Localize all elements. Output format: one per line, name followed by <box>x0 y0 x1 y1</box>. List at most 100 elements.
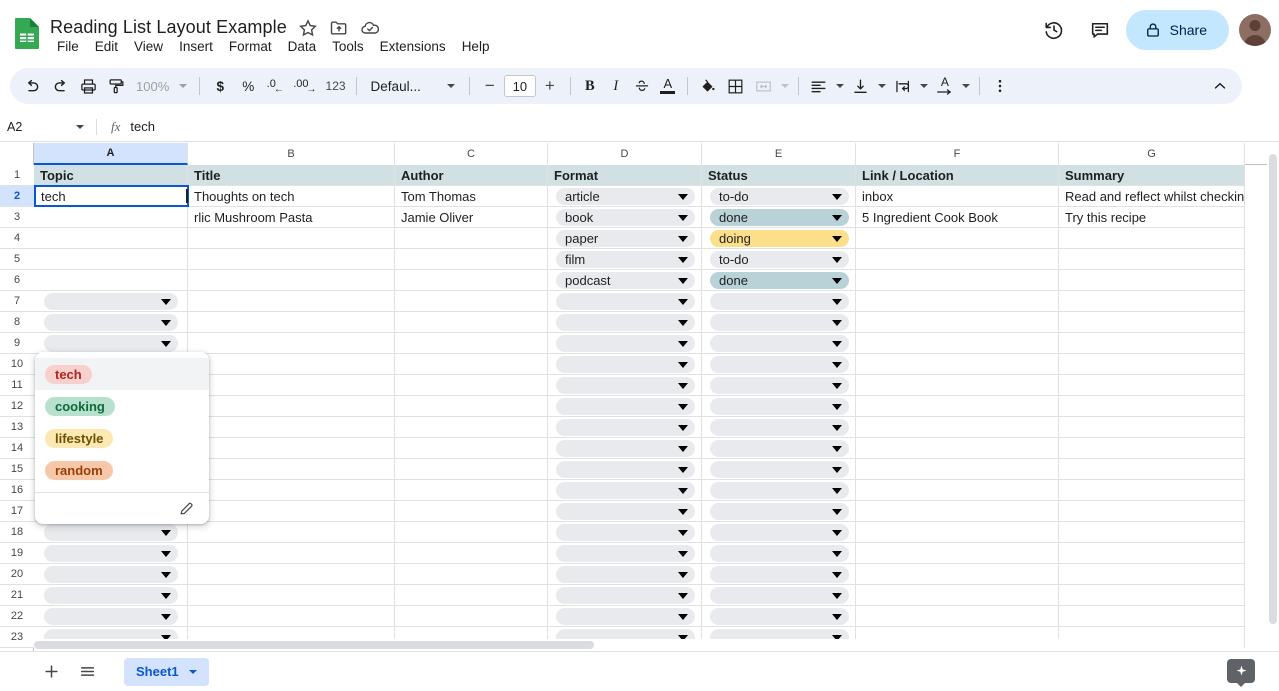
dropdown-option-random[interactable]: random <box>35 454 209 486</box>
row-header-6[interactable]: 6 <box>0 270 34 291</box>
menu-edit[interactable]: Edit <box>87 37 126 56</box>
chip-dropdown-arrow-icon[interactable] <box>832 194 842 200</box>
page-title[interactable]: Reading List Layout Example <box>50 17 287 38</box>
chip-dropdown-arrow-icon[interactable] <box>161 614 171 620</box>
chip-dropdown-arrow-icon[interactable] <box>678 446 688 452</box>
fill-color-icon[interactable] <box>694 72 722 100</box>
row-header-3[interactable]: 3 <box>0 207 34 228</box>
status-chip[interactable]: to-do <box>710 250 849 268</box>
chip-dropdown-arrow-icon[interactable] <box>832 383 842 389</box>
column-header-d[interactable]: D <box>548 143 702 165</box>
status-chip-empty[interactable] <box>710 418 849 436</box>
more-options-icon[interactable] <box>986 72 1014 100</box>
chip-dropdown-arrow-icon[interactable] <box>678 509 688 515</box>
menu-tools[interactable]: Tools <box>324 37 372 56</box>
status-chip-empty[interactable] <box>710 313 849 331</box>
chip-dropdown-arrow-icon[interactable] <box>678 278 688 284</box>
format-chip[interactable]: film <box>556 250 695 268</box>
chip-dropdown-arrow-icon[interactable] <box>678 341 688 347</box>
topic-chip-empty[interactable] <box>44 586 178 604</box>
row-header-13[interactable]: 13 <box>0 417 34 438</box>
cloud-saved-icon[interactable] <box>360 18 380 38</box>
collapse-toolbar-icon[interactable] <box>1206 72 1234 100</box>
status-chip-empty[interactable] <box>710 502 849 520</box>
column-header-g[interactable]: G <box>1059 143 1245 165</box>
increase-decimal-button[interactable]: .00 → <box>290 72 321 100</box>
merge-cells-dropdown[interactable] <box>778 72 792 100</box>
header-cell[interactable]: Link / Location <box>856 165 1059 185</box>
column-header-e[interactable]: E <box>702 143 856 165</box>
chip-dropdown-arrow-icon[interactable] <box>832 530 842 536</box>
row-header-14[interactable]: 14 <box>0 438 34 459</box>
row-header-15[interactable]: 15 <box>0 459 34 480</box>
text-wrapping-icon[interactable] <box>889 72 917 100</box>
column-header-b[interactable]: B <box>188 143 395 165</box>
status-chip-empty[interactable] <box>710 292 849 310</box>
chip-dropdown-arrow-icon[interactable] <box>678 404 688 410</box>
paint-format-icon[interactable] <box>102 72 130 100</box>
status-chip-empty[interactable] <box>710 355 849 373</box>
format-chip-empty[interactable] <box>556 607 695 625</box>
format-chip-empty[interactable] <box>556 439 695 457</box>
header-cell[interactable]: Summary <box>1059 165 1245 185</box>
row-header-18[interactable]: 18 <box>0 522 34 543</box>
vertical-scroll-thumb[interactable] <box>1269 154 1277 624</box>
borders-icon[interactable] <box>722 72 750 100</box>
menu-insert[interactable]: Insert <box>171 37 221 56</box>
header-cell[interactable]: Format <box>548 165 702 185</box>
row-header-1[interactable]: 1 <box>0 165 34 186</box>
chip-dropdown-arrow-icon[interactable] <box>832 278 842 284</box>
chip-dropdown-arrow-icon[interactable] <box>161 341 171 347</box>
gemini-sparkle-icon[interactable] <box>1227 659 1255 687</box>
format-chip[interactable]: podcast <box>556 271 695 289</box>
version-history-icon[interactable] <box>1034 10 1074 50</box>
status-chip-empty[interactable] <box>710 565 849 583</box>
row-header-20[interactable]: 20 <box>0 564 34 585</box>
chip-dropdown-arrow-icon[interactable] <box>832 572 842 578</box>
chip-dropdown-arrow-icon[interactable] <box>832 215 842 221</box>
chip-dropdown-arrow-icon[interactable] <box>832 593 842 599</box>
format-chip-empty[interactable] <box>556 544 695 562</box>
merge-cells-icon[interactable] <box>750 72 778 100</box>
chip-dropdown-arrow-icon[interactable] <box>678 593 688 599</box>
chip-dropdown-arrow-icon[interactable] <box>678 236 688 242</box>
format-chip-empty[interactable] <box>556 355 695 373</box>
menu-extensions[interactable]: Extensions <box>372 37 454 56</box>
header-cell[interactable]: Status <box>702 165 856 185</box>
chip-dropdown-arrow-icon[interactable] <box>161 593 171 599</box>
row-header-2[interactable]: 2 <box>0 186 34 207</box>
percent-format-button[interactable]: % <box>234 72 262 100</box>
chip-dropdown-arrow-icon[interactable] <box>832 341 842 347</box>
topic-chip-empty[interactable] <box>44 523 178 541</box>
strikethrough-icon[interactable] <box>629 72 655 100</box>
topic-chip-empty[interactable] <box>44 313 178 331</box>
chip-dropdown-arrow-icon[interactable] <box>678 383 688 389</box>
chip-dropdown-arrow-icon[interactable] <box>832 551 842 557</box>
chip-dropdown-arrow-icon[interactable] <box>832 467 842 473</box>
column-header-a[interactable]: A <box>34 143 188 165</box>
chip-dropdown-arrow-icon[interactable] <box>678 467 688 473</box>
status-chip-empty[interactable] <box>710 397 849 415</box>
row-header-21[interactable]: 21 <box>0 585 34 606</box>
format-chip-empty[interactable] <box>556 313 695 331</box>
all-sheets-icon[interactable] <box>72 657 102 687</box>
format-chip-empty[interactable] <box>556 523 695 541</box>
status-chip[interactable]: done <box>710 271 849 289</box>
format-chip[interactable]: paper <box>556 229 695 247</box>
currency-format-button[interactable]: $ <box>206 72 234 100</box>
header-cell[interactable]: Title <box>188 165 395 185</box>
format-chip-empty[interactable] <box>556 481 695 499</box>
active-cell-editor[interactable]: tech <box>34 185 189 207</box>
topic-chip-empty[interactable] <box>44 334 178 352</box>
column-header-c[interactable]: C <box>395 143 548 165</box>
status-chip-empty[interactable] <box>710 376 849 394</box>
row-header-17[interactable]: 17 <box>0 501 34 522</box>
chip-dropdown-arrow-icon[interactable] <box>832 362 842 368</box>
more-formats-button[interactable]: 123 <box>322 72 350 100</box>
user-avatar[interactable] <box>1239 14 1271 46</box>
chip-dropdown-arrow-icon[interactable] <box>832 404 842 410</box>
topic-chip-empty[interactable] <box>44 607 178 625</box>
format-chip-empty[interactable] <box>556 460 695 478</box>
row-header-5[interactable]: 5 <box>0 249 34 270</box>
chip-dropdown-arrow-icon[interactable] <box>832 614 842 620</box>
